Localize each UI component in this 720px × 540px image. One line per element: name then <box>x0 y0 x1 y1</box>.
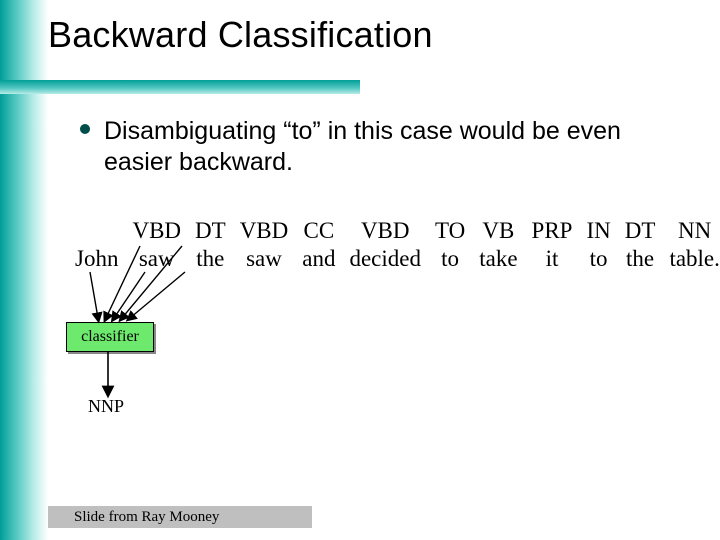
tag-cell: DT <box>188 218 233 244</box>
title-underline-bar <box>0 80 360 94</box>
tag-cell: TO <box>428 218 472 244</box>
word-cell: and <box>295 244 342 272</box>
word-cell: take <box>472 244 524 272</box>
bullet-text: Disambiguating “to” in this case would b… <box>104 116 680 179</box>
classifier-box: classifier <box>66 322 154 352</box>
footer-text: Slide from Ray Mooney <box>48 509 219 526</box>
bullet-item: Disambiguating “to” in this case would b… <box>80 116 680 179</box>
footer-band: Slide from Ray Mooney <box>48 506 312 528</box>
word-cell: to <box>579 244 617 272</box>
pos-example: VBD DT VBD CC VBD TO VB PRP IN DT NN Joh… <box>68 218 695 272</box>
word-cell: table. <box>662 244 720 272</box>
slide: Backward Classification Disambiguating “… <box>0 0 720 540</box>
classifier-label: classifier <box>81 328 139 346</box>
tag-cell: CC <box>295 218 342 244</box>
tag-cell: NN <box>662 218 720 244</box>
word-cell: the <box>618 244 663 272</box>
word-cell: to <box>428 244 472 272</box>
tag-cell: DT <box>618 218 663 244</box>
tag-cell: IN <box>579 218 617 244</box>
word-cell: the <box>188 244 233 272</box>
bullet-dot-icon <box>80 124 90 134</box>
tag-cell: VBD <box>342 218 428 244</box>
slide-title: Backward Classification <box>48 14 433 56</box>
word-cell: John <box>68 244 125 272</box>
tag-cell: VB <box>472 218 524 244</box>
tag-cell <box>68 218 125 244</box>
pos-tags-row: VBD DT VBD CC VBD TO VB PRP IN DT NN <box>68 218 720 244</box>
tag-cell: VBD <box>125 218 188 244</box>
word-cell: decided <box>342 244 428 272</box>
word-cell: saw <box>233 244 296 272</box>
tag-cell: PRP <box>525 218 580 244</box>
pos-table: VBD DT VBD CC VBD TO VB PRP IN DT NN Joh… <box>68 218 720 272</box>
word-cell: saw <box>125 244 188 272</box>
output-tag: NNP <box>88 396 124 417</box>
word-cell: it <box>525 244 580 272</box>
tag-cell: VBD <box>233 218 296 244</box>
sentence-row: John saw the saw and decided to take it … <box>68 244 720 272</box>
